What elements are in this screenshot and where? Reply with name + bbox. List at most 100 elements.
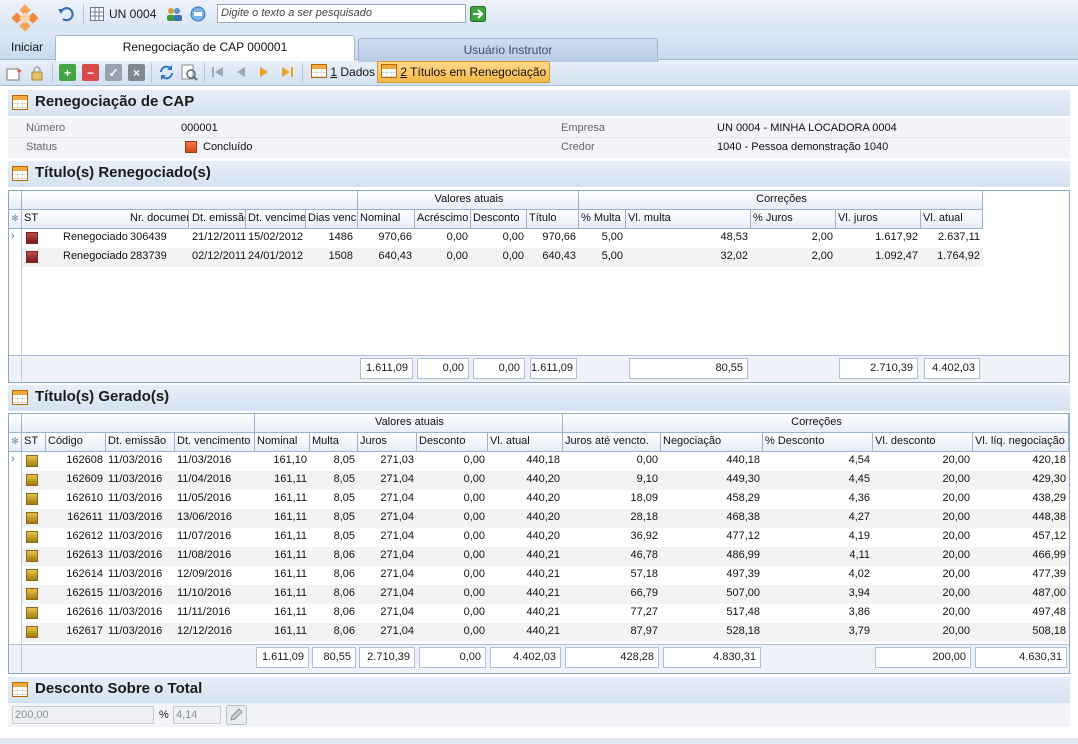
titulos-tab-button[interactable]: 2 Títulos em Renegociação	[377, 61, 551, 83]
column-header[interactable]: Código	[46, 433, 106, 452]
column-header[interactable]: Vl. juros	[836, 210, 921, 229]
table-cell: 1.764,92	[937, 250, 980, 262]
table-cell: 4,02	[848, 568, 870, 580]
section-header-desconto: Desconto Sobre o Total	[8, 677, 1070, 703]
iniciar-button[interactable]: Iniciar	[11, 40, 43, 54]
current-row-indicator: ›	[11, 453, 15, 465]
search-input[interactable]: Digite o texto a ser pesquisado	[217, 4, 466, 23]
table-cell: 162615	[66, 587, 103, 599]
column-header[interactable]: Desconto	[417, 433, 488, 452]
table-cell: 11/03/2016	[108, 549, 163, 561]
previous-record-icon[interactable]	[236, 66, 246, 78]
column-header[interactable]: Vl. multa	[626, 210, 751, 229]
first-record-icon[interactable]	[211, 66, 225, 78]
table-cell: 497,48	[1032, 606, 1066, 618]
table-cell: 12/12/2016	[177, 625, 233, 637]
table-cell: 448,38	[1032, 511, 1066, 523]
column-header[interactable]: Nominal	[255, 433, 310, 452]
dados-tab-button[interactable]: 1 Dados	[308, 62, 378, 80]
table-cell: 161,11	[274, 606, 307, 618]
column-header[interactable]: Nr. documento	[128, 210, 189, 229]
column-header[interactable]: Juros até vencto.	[563, 433, 661, 452]
column-header[interactable]: ST	[22, 210, 129, 229]
table-cell: 8,06	[333, 549, 355, 561]
titulos-grid-icon	[381, 64, 397, 78]
column-header[interactable]: % Juros	[751, 210, 836, 229]
column-header[interactable]: Vl. atual	[921, 210, 983, 229]
column-header[interactable]: Vl. atual	[488, 433, 563, 452]
table-cell: 271,04	[380, 606, 414, 618]
column-header[interactable]: Nominal	[358, 210, 415, 229]
table-cell: 162614	[66, 568, 103, 580]
table-cell: 440,20	[526, 511, 560, 523]
row-select-header[interactable]: ✻	[9, 433, 22, 452]
column-header[interactable]: Dt. emissão	[190, 210, 246, 229]
preview-icon[interactable]	[181, 64, 198, 81]
total-cell: 80,55	[312, 647, 356, 668]
row-select-header[interactable]: ✻	[9, 210, 22, 229]
table-cell: 11/03/2016	[108, 473, 163, 485]
column-header[interactable]: Dt. vencimento	[175, 433, 255, 452]
column-header[interactable]: Vl. líq. negociação	[973, 433, 1069, 452]
column-header[interactable]: ST	[22, 433, 46, 452]
remove-icon[interactable]: −	[82, 64, 99, 81]
total-cell: 80,55	[629, 358, 748, 379]
total-cell: 2.710,39	[359, 647, 415, 668]
table-cell: 11/11/2016	[177, 606, 231, 618]
table-cell: 11/03/2016	[108, 530, 163, 542]
column-header[interactable]: % Desconto	[763, 433, 873, 452]
table-cell: 477,39	[1032, 568, 1066, 580]
confirm-icon[interactable]: ✓	[105, 64, 122, 81]
unit-selector[interactable]: UN 0004	[109, 7, 156, 21]
column-header[interactable]: Acréscimo	[415, 210, 471, 229]
total-cell: 428,28	[565, 647, 659, 668]
column-header[interactable]: % Multa	[579, 210, 626, 229]
desconto-percent-field[interactable]: 4,14	[173, 706, 221, 724]
column-header[interactable]: Multa	[310, 433, 358, 452]
refresh-icon[interactable]	[158, 64, 175, 81]
table-cell: 8,05	[333, 530, 355, 542]
total-cell: 4.402,03	[490, 647, 561, 668]
table-cell: 0,00	[463, 606, 485, 618]
tab-usuario-instrutor[interactable]: Usuário Instrutor	[358, 38, 658, 62]
table-cell: 970,66	[542, 231, 576, 243]
table-cell: 66,79	[630, 587, 658, 599]
column-header[interactable]: Título	[527, 210, 579, 229]
table-cell: 8,05	[333, 492, 355, 504]
undo-icon[interactable]	[57, 5, 75, 23]
cancel-icon[interactable]: ×	[128, 64, 145, 81]
total-cell: 1.611,09	[360, 358, 413, 379]
last-record-icon[interactable]	[281, 66, 295, 78]
edit-icon[interactable]	[226, 705, 247, 725]
top-toolbar	[0, 0, 1078, 30]
new-record-icon[interactable]	[6, 65, 22, 81]
column-header[interactable]: Vl. desconto	[873, 433, 973, 452]
table-cell: 440,18	[726, 454, 760, 466]
table-cell: 0,00	[463, 492, 485, 504]
column-header[interactable]: Desconto	[471, 210, 527, 229]
gerados-title: Título(s) Gerado(s)	[35, 388, 170, 405]
table-cell: 162611	[67, 511, 103, 523]
search-go-icon[interactable]	[470, 6, 486, 22]
users-icon[interactable]	[165, 6, 183, 22]
status-icon	[26, 607, 38, 619]
next-record-icon[interactable]	[259, 66, 269, 78]
table-cell: 429,30	[1032, 473, 1066, 485]
table-cell: 1486	[328, 231, 353, 243]
column-header[interactable]: Negociação	[661, 433, 763, 452]
column-header[interactable]: Dt. vencimento	[246, 210, 306, 229]
column-header[interactable]: Juros	[358, 433, 417, 452]
table-cell: 9,10	[636, 473, 658, 485]
table-cell: 440,20	[526, 473, 560, 485]
table-cell: 420,18	[1032, 454, 1066, 466]
add-icon[interactable]: +	[59, 64, 76, 81]
column-header[interactable]: Dias venc	[306, 210, 358, 229]
app-logo-icon[interactable]	[8, 4, 42, 38]
table-cell: 20,00	[942, 473, 970, 485]
lock-icon[interactable]	[29, 65, 45, 81]
column-header[interactable]: Dt. emissão	[106, 433, 175, 452]
desconto-valor-field[interactable]: 200,00	[12, 706, 154, 724]
table-cell: 0,00	[636, 454, 658, 466]
chat-icon[interactable]	[190, 6, 206, 22]
tab-renegociacao[interactable]: Renegociação de CAP 000001	[55, 35, 355, 61]
